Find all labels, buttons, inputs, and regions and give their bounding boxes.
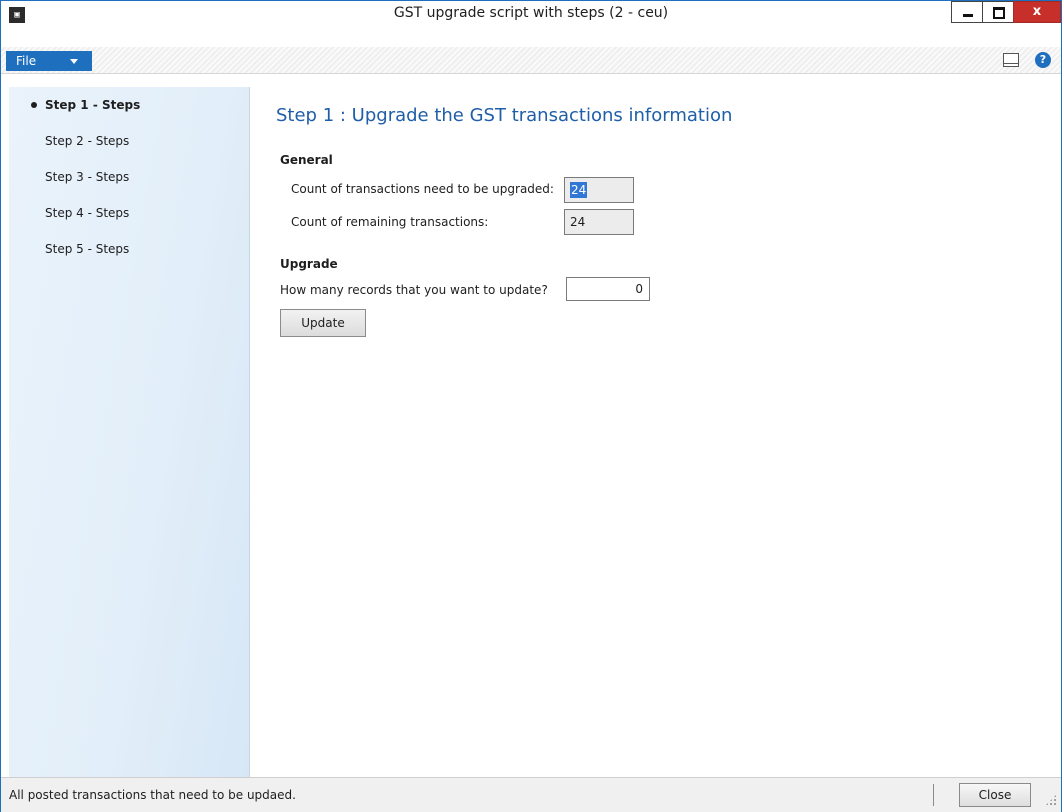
sidebar-item-step-4[interactable]: Step 4 - Steps [9, 201, 249, 225]
menu-strip: File ? [1, 47, 1061, 74]
remaining-field[interactable]: 24 [564, 209, 634, 235]
title-bar[interactable]: ▣ GST upgrade script with steps (2 - ceu… [1, 1, 1061, 47]
status-message: All posted transactions that need to be … [9, 788, 296, 802]
file-menu-label: File [16, 54, 37, 68]
sidebar-item-label: Step 3 - Steps [45, 170, 130, 184]
upgrade-group-title: Upgrade [280, 257, 338, 271]
active-bullet-icon [31, 102, 37, 108]
minimize-button[interactable] [951, 1, 983, 23]
update-button[interactable]: Update [280, 309, 366, 337]
sidebar-item-label: Step 2 - Steps [45, 134, 130, 148]
sidebar-item-step-5[interactable]: Step 5 - Steps [9, 237, 249, 261]
main-content: Step 1 : Upgrade the GST transactions in… [250, 87, 1061, 777]
count-value: 24 [570, 182, 588, 198]
remaining-label: Count of remaining transactions: [291, 215, 489, 229]
sidebar-item-label: Step 5 - Steps [45, 242, 130, 256]
close-button[interactable]: Close [959, 783, 1031, 807]
chevron-down-icon [70, 59, 78, 64]
status-divider [933, 784, 934, 806]
page-title: Step 1 : Upgrade the GST transactions in… [276, 105, 733, 126]
sidebar-item-step-2[interactable]: Step 2 - Steps [9, 129, 249, 153]
close-icon: x [1032, 4, 1042, 19]
sidebar-item-label: Step 1 - Steps [45, 98, 141, 112]
remaining-value: 24 [570, 215, 586, 229]
sidebar-item-step-1[interactable]: Step 1 - Steps [9, 93, 249, 117]
window-title: GST upgrade script with steps (2 - ceu) [393, 5, 669, 21]
dialog-window: ▣ GST upgrade script with steps (2 - ceu… [0, 0, 1062, 812]
help-icon[interactable]: ? [1035, 52, 1051, 68]
maximize-button[interactable] [982, 1, 1014, 23]
layout-icon[interactable] [1003, 53, 1019, 67]
file-menu-button[interactable]: File [6, 51, 92, 71]
records-label: How many records that you want to update… [280, 283, 548, 297]
count-label: Count of transactions need to be upgrade… [291, 182, 554, 196]
records-input[interactable] [566, 277, 650, 301]
count-field[interactable]: 24 [564, 177, 634, 203]
sidebar-item-label: Step 4 - Steps [45, 206, 130, 220]
sidebar-item-step-3[interactable]: Step 3 - Steps [9, 165, 249, 189]
resize-grip-icon[interactable] [1045, 794, 1057, 806]
general-group-title: General [280, 153, 333, 167]
close-window-button[interactable]: x [1013, 1, 1061, 23]
status-bar: All posted transactions that need to be … [1, 777, 1061, 812]
steps-sidebar: Step 1 - Steps Step 2 - Steps Step 3 - S… [9, 87, 250, 777]
